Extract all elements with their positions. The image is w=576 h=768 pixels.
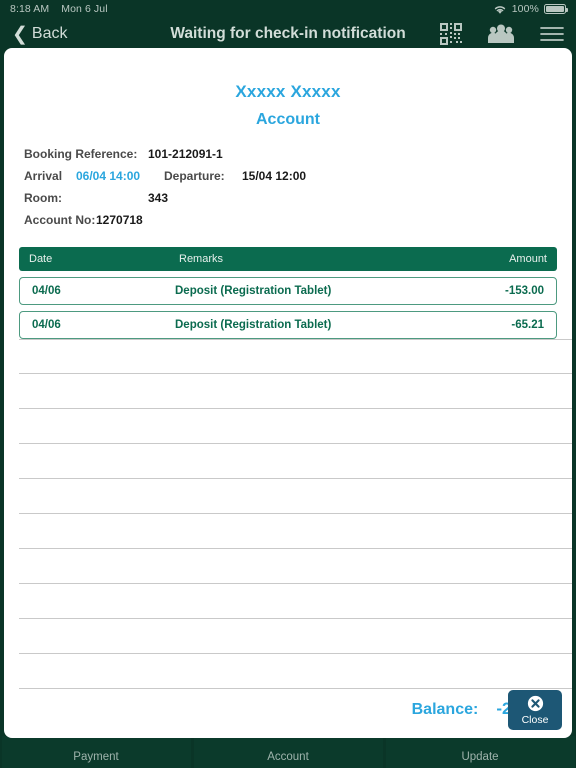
qr-code-icon[interactable] [440,23,462,45]
arrival-label: Arrival [24,169,63,183]
hamburger-menu-icon[interactable] [540,25,564,43]
balance-row: Balance: -218.21 [4,699,572,719]
arrival-departure-row: Arrival 06/04 14:00 Departure: 15/04 12:… [24,169,572,191]
room-row: Room: 343 [24,191,572,213]
status-bar-date: Mon 6 Jul [61,3,108,15]
booking-reference-value: 101-212091-1 [148,147,223,161]
group-people-icon[interactable] [488,24,514,44]
chevron-left-icon: ❮ [12,23,28,45]
back-button[interactable]: ❮ Back [12,25,68,44]
status-bar-time: 8:18 AM [10,3,50,15]
guest-name: Xxxxx Xxxxx [235,82,341,101]
empty-row [19,479,572,514]
tab-payment[interactable]: Payment [1,736,191,768]
row-remarks: Deposit (Registration Tablet) [175,285,332,297]
booking-reference-row: Booking Reference: 101-212091-1 [24,147,572,169]
account-heading: Account [256,111,320,128]
empty-row [19,619,572,654]
empty-row [19,654,572,689]
empty-row [19,339,572,374]
account-no-label: Account No: [24,213,96,227]
row-remarks: Deposit (Registration Tablet) [175,319,332,331]
table-row[interactable]: 04/06 Deposit (Registration Tablet) -65.… [19,311,557,339]
card-title-block: Xxxxx Xxxxx Account [4,48,572,129]
tab-payment-label: Payment [73,751,119,763]
row-amount: -153.00 [504,285,544,297]
bottom-tab-bar: Payment Account Update [0,736,576,768]
row-date: 04/06 [32,285,61,297]
account-no-value: 1270718 [96,213,143,227]
close-button-label: Close [521,713,549,726]
room-value: 343 [148,191,169,205]
wifi-icon [494,5,505,14]
empty-row [19,374,572,409]
row-amount: -65.21 [511,319,544,331]
booking-reference-label: Booking Reference: [24,147,138,161]
column-header-amount: Amount [509,253,547,265]
room-label: Room: [24,191,62,205]
departure-label: Departure: [164,169,225,183]
status-bar: 8:18 AM Mon 6 Jul 100% [0,0,576,18]
empty-row [19,444,572,479]
arrival-value: 06/04 14:00 [76,169,141,183]
close-button[interactable]: Close [508,690,562,730]
nav-icon-group [440,23,564,45]
booking-info: Booking Reference: 101-212091-1 Arrival … [4,147,572,235]
nav-bar: ❮ Back Waiting for check-in notification [0,18,576,50]
empty-row-list [4,339,572,689]
empty-row [19,584,572,619]
column-header-date: Date [29,253,53,265]
account-no-row: Account No: 1270718 [24,213,572,235]
back-button-label: Back [31,25,68,42]
empty-row [19,514,572,549]
balance-label: Balance: [411,701,479,718]
empty-row [19,409,572,444]
tab-account[interactable]: Account [193,736,383,768]
empty-row [19,549,572,584]
battery-full-icon [544,4,568,14]
row-date: 04/06 [32,319,61,331]
battery-percent-label: 100% [511,3,539,15]
tab-update[interactable]: Update [385,736,575,768]
table-row[interactable]: 04/06 Deposit (Registration Tablet) -153… [19,277,557,305]
transaction-list: 04/06 Deposit (Registration Tablet) -153… [19,277,557,339]
departure-value: 15/04 12:00 [242,169,307,183]
table-header: Date Remarks Amount [19,247,557,271]
tab-update-label: Update [461,751,499,763]
account-card: Xxxxx Xxxxx Account Booking Reference: 1… [4,48,572,738]
tab-account-label: Account [267,751,309,763]
close-circle-x-icon [527,695,543,711]
column-header-remarks: Remarks [179,253,224,265]
